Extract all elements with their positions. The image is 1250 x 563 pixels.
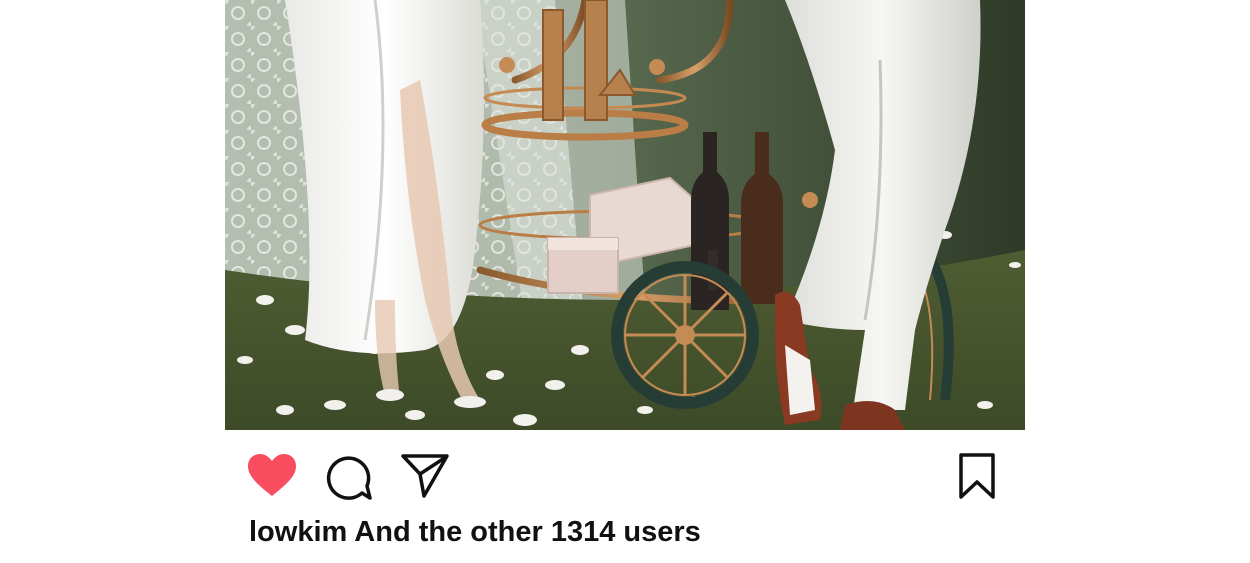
post-photo[interactable] bbox=[225, 0, 1025, 430]
post-card: lowkim And the other 1314 users bbox=[225, 0, 1025, 563]
liker-username[interactable]: lowkim bbox=[249, 516, 347, 548]
bookmark-icon[interactable] bbox=[958, 452, 996, 505]
heart-filled-icon[interactable] bbox=[247, 454, 297, 503]
likes-count-text[interactable]: And the other 1314 users bbox=[354, 516, 701, 548]
speech-bubble-icon[interactable] bbox=[326, 455, 372, 506]
likes-summary: lowkim And the other 1314 users bbox=[249, 516, 701, 549]
action-bar bbox=[225, 430, 1025, 520]
paper-plane-icon[interactable] bbox=[400, 453, 450, 504]
